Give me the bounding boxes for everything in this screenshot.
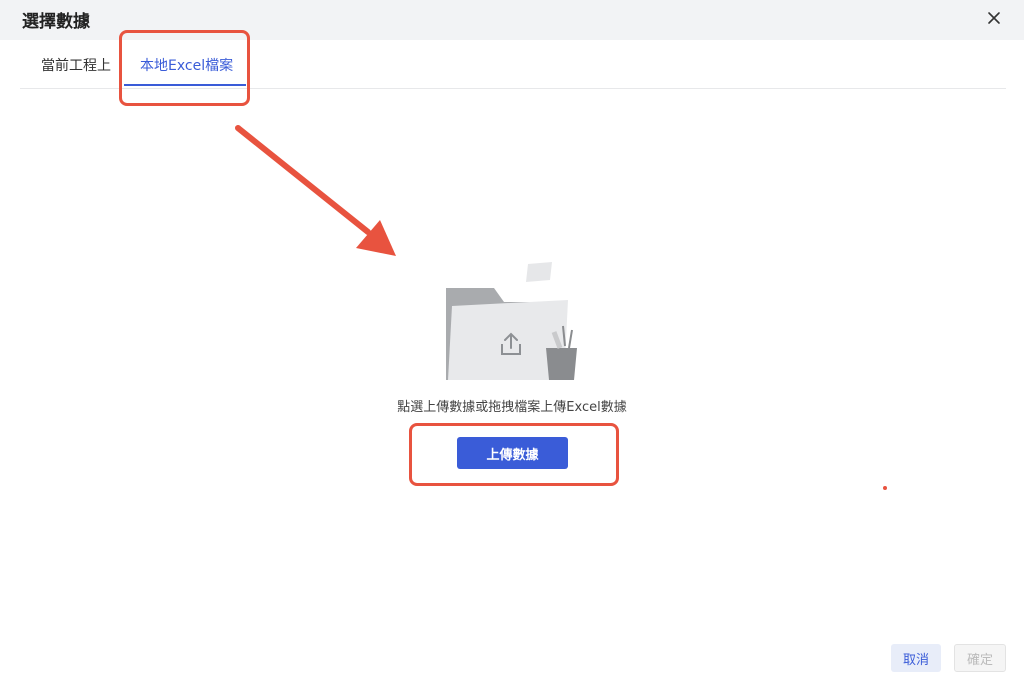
upload-hint-text: 點選上傳數據或拖拽檔案上傳Excel數據 bbox=[397, 400, 627, 415]
confirm-button[interactable]: 確定 bbox=[954, 644, 1006, 672]
tab-highlight-box bbox=[119, 30, 250, 106]
cancel-button[interactable]: 取消 bbox=[891, 644, 941, 672]
upload-data-button[interactable]: 上傳數據 bbox=[457, 437, 568, 469]
close-icon[interactable] bbox=[984, 8, 1004, 28]
annotation-dot bbox=[883, 486, 887, 490]
folder-upload-icon bbox=[446, 262, 577, 380]
annotation-arrow bbox=[235, 125, 396, 256]
tab-current-project[interactable]: 當前工程上 bbox=[41, 55, 111, 75]
dialog-title: 選擇數據 bbox=[22, 12, 90, 32]
